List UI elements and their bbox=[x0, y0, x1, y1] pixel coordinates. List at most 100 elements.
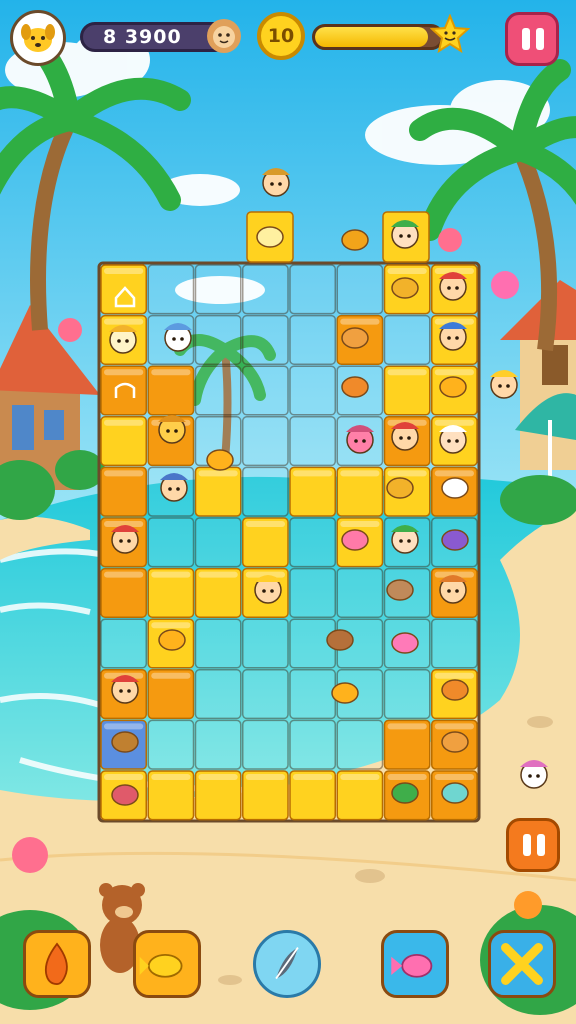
tile-highlight bbox=[104, 470, 144, 477]
object-icon bbox=[441, 679, 469, 701]
fish-powerup-button[interactable] bbox=[133, 930, 201, 998]
object-icon bbox=[441, 731, 469, 753]
board-tile bbox=[336, 264, 384, 315]
tile-highlight bbox=[387, 723, 427, 730]
score-value: 8 3900 bbox=[103, 26, 182, 48]
object-icon bbox=[441, 529, 469, 551]
tile-highlight bbox=[104, 723, 144, 730]
object-icon bbox=[111, 731, 139, 753]
character-icon bbox=[164, 323, 192, 352]
tile-highlight bbox=[198, 774, 238, 780]
board-tile bbox=[194, 719, 242, 770]
board-tile bbox=[383, 314, 431, 365]
tile-highlight bbox=[151, 571, 191, 578]
level-progress-fill bbox=[315, 27, 429, 47]
pause-icon bbox=[523, 834, 531, 856]
feather-icon bbox=[275, 947, 299, 980]
object-icon bbox=[206, 449, 234, 471]
board-tile bbox=[289, 416, 336, 467]
tile-highlight bbox=[198, 571, 238, 578]
avatar-button[interactable] bbox=[10, 10, 66, 66]
tile-highlight bbox=[434, 774, 474, 780]
board-tile bbox=[289, 365, 336, 416]
pause-button-secondary[interactable] bbox=[506, 818, 560, 872]
object-icon bbox=[386, 579, 414, 601]
character-icon bbox=[439, 425, 467, 454]
tile-highlight bbox=[293, 470, 333, 477]
board-tile bbox=[383, 669, 431, 720]
character-icon bbox=[111, 675, 139, 704]
character-icon bbox=[520, 760, 548, 789]
shuffle-powerup-button[interactable] bbox=[488, 930, 556, 998]
pink-fish-icon bbox=[391, 953, 433, 978]
lion-face-icon bbox=[207, 19, 241, 53]
tile-highlight bbox=[151, 622, 191, 629]
tile-highlight bbox=[387, 268, 427, 274]
board-tile bbox=[289, 719, 336, 770]
board-tile bbox=[100, 618, 147, 669]
tile-highlight bbox=[104, 571, 144, 578]
board-tile bbox=[194, 517, 242, 568]
hint-powerup-button[interactable] bbox=[253, 930, 321, 998]
tile-highlight bbox=[151, 369, 191, 376]
pause-button[interactable] bbox=[505, 12, 559, 66]
tile-highlight bbox=[104, 318, 144, 325]
tile-highlight bbox=[434, 672, 474, 679]
pink-fish-powerup-button[interactable] bbox=[381, 930, 449, 998]
object-icon bbox=[341, 327, 369, 349]
character-icon bbox=[262, 168, 290, 197]
tile-highlight bbox=[434, 419, 474, 426]
game-scene bbox=[0, 0, 576, 1024]
tile-highlight bbox=[151, 672, 191, 679]
object-icon bbox=[341, 529, 369, 551]
board-tile bbox=[147, 264, 195, 315]
board-tile bbox=[242, 314, 289, 365]
tile-highlight bbox=[104, 369, 144, 376]
cross-arrows-icon bbox=[501, 943, 543, 985]
object-icon bbox=[391, 277, 419, 299]
tile-highlight bbox=[340, 470, 380, 477]
tile-highlight bbox=[198, 470, 238, 477]
object-icon bbox=[439, 376, 467, 398]
object-icon bbox=[441, 782, 469, 804]
board-tile bbox=[242, 365, 289, 416]
tile-highlight bbox=[387, 369, 427, 376]
tile-highlight bbox=[104, 268, 144, 274]
object-icon bbox=[341, 229, 369, 251]
board-tile bbox=[431, 618, 478, 669]
level-progress-bar bbox=[312, 24, 444, 50]
coin-counter: 10 bbox=[257, 12, 305, 60]
board-tile bbox=[289, 264, 336, 315]
board-tile bbox=[194, 618, 242, 669]
board-tile bbox=[194, 314, 242, 365]
character-icon bbox=[439, 272, 467, 301]
character-icon bbox=[158, 415, 186, 444]
board-tile bbox=[242, 416, 289, 467]
character-icon bbox=[391, 220, 419, 249]
object-icon bbox=[441, 477, 469, 499]
object-icon bbox=[341, 376, 369, 398]
tile-highlight bbox=[434, 470, 474, 477]
board-tile bbox=[336, 567, 384, 618]
yellow-dog-face-icon bbox=[21, 24, 55, 52]
board-tile bbox=[147, 719, 195, 770]
board-tile bbox=[242, 466, 289, 517]
tile-highlight bbox=[434, 369, 474, 376]
character-icon bbox=[346, 425, 374, 454]
object-icon bbox=[386, 477, 414, 499]
board-tile bbox=[289, 314, 336, 365]
board-tile bbox=[242, 264, 289, 315]
fire-powerup-button[interactable] bbox=[23, 930, 91, 998]
tile-highlight bbox=[387, 470, 427, 477]
board-tile bbox=[289, 567, 336, 618]
tile-highlight bbox=[387, 774, 427, 780]
board-tile bbox=[194, 669, 242, 720]
coin-count: 10 bbox=[267, 25, 295, 47]
tile-highlight bbox=[245, 774, 285, 780]
tile-highlight bbox=[104, 774, 144, 780]
tile-highlight bbox=[104, 419, 144, 426]
character-icon bbox=[439, 575, 467, 604]
character-icon bbox=[391, 422, 419, 451]
object-icon bbox=[391, 782, 419, 804]
object-icon bbox=[331, 682, 359, 704]
